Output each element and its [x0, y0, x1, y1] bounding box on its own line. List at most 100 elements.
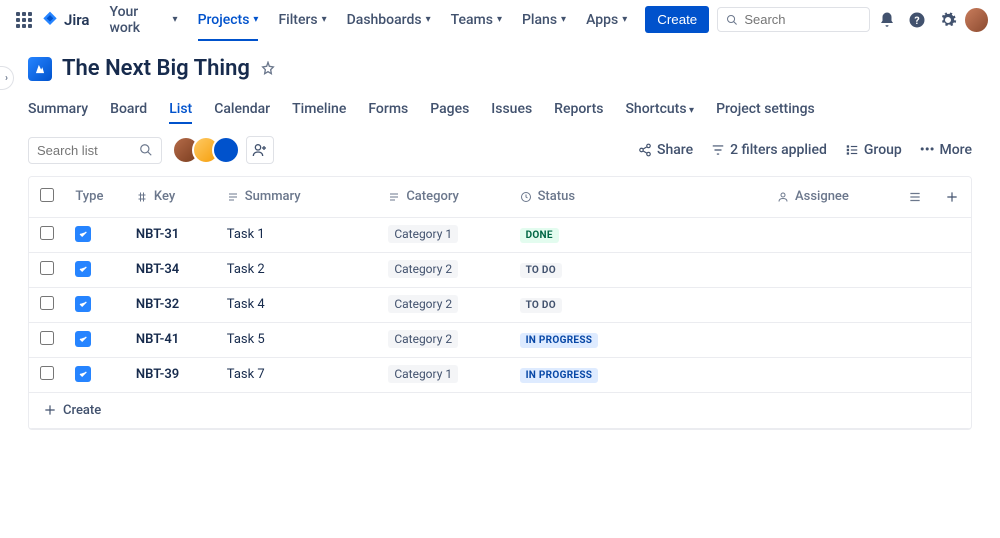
tab-calendar[interactable]: Calendar — [214, 95, 270, 123]
tab-pages[interactable]: Pages — [430, 95, 469, 123]
table-row[interactable]: NBT-31 Task 1 Category 1 DONE — [29, 217, 971, 252]
row-checkbox[interactable] — [40, 296, 54, 310]
row-checkbox[interactable] — [40, 331, 54, 345]
share-icon — [638, 143, 652, 157]
list-toolbar: Share 2 filters applied Group ••• More — [0, 124, 1000, 176]
global-search-input[interactable] — [744, 12, 860, 27]
issue-key[interactable]: NBT-31 — [136, 227, 179, 242]
create-button[interactable]: Create — [645, 6, 709, 33]
tab-list[interactable]: List — [169, 95, 192, 123]
menu-icon — [908, 190, 922, 204]
nav-item-apps[interactable]: Apps▾ — [578, 4, 635, 36]
category-lozenge[interactable]: Category 2 — [388, 330, 458, 348]
search-icon — [139, 143, 153, 157]
more-button[interactable]: ••• More — [920, 142, 972, 158]
status-lozenge[interactable]: TO DO — [520, 298, 562, 313]
column-type[interactable]: Type — [65, 177, 126, 217]
filters-button[interactable]: 2 filters applied — [711, 142, 827, 158]
top-navigation: Jira Your work▾Projects▾Filters▾Dashboar… — [0, 0, 1000, 40]
list-icon — [388, 191, 400, 203]
jira-logo[interactable]: Jira — [40, 10, 89, 30]
table-row[interactable]: NBT-32 Task 4 Category 2 TO DO — [29, 287, 971, 322]
table-row[interactable]: NBT-41 Task 5 Category 2 IN PROGRESS — [29, 322, 971, 357]
column-category[interactable]: Category — [378, 177, 509, 217]
issue-key[interactable]: NBT-32 — [136, 297, 179, 312]
nav-item-teams[interactable]: Teams▾ — [443, 4, 510, 36]
tab-forms[interactable]: Forms — [368, 95, 408, 123]
list-icon — [227, 191, 239, 203]
more-icon: ••• — [920, 142, 935, 158]
issue-summary[interactable]: Task 1 — [227, 227, 265, 242]
group-label: Group — [864, 142, 902, 158]
status-lozenge[interactable]: DONE — [520, 228, 559, 243]
row-checkbox[interactable] — [40, 261, 54, 275]
issue-type-icon — [75, 366, 91, 382]
row-checkbox[interactable] — [40, 366, 54, 380]
nav-item-plans[interactable]: Plans▾ — [514, 4, 574, 36]
jira-logo-text: Jira — [64, 11, 89, 29]
select-all-checkbox[interactable] — [40, 188, 54, 202]
add-people-button[interactable] — [246, 136, 274, 164]
assignee-filter — [172, 136, 274, 164]
column-actions[interactable] — [898, 177, 934, 217]
create-issue-inline[interactable]: Create — [43, 403, 957, 418]
user-avatar[interactable] — [965, 8, 988, 32]
issue-summary[interactable]: Task 2 — [227, 262, 265, 277]
global-search[interactable] — [717, 7, 869, 32]
plus-icon — [945, 190, 959, 204]
issue-summary[interactable]: Task 7 — [227, 367, 265, 382]
assignee-icon — [777, 191, 789, 203]
table-row[interactable]: NBT-39 Task 7 Category 1 IN PROGRESS — [29, 357, 971, 392]
tab-reports[interactable]: Reports — [554, 95, 603, 123]
category-lozenge[interactable]: Category 1 — [388, 225, 458, 243]
tab-issues[interactable]: Issues — [491, 95, 532, 123]
search-icon — [726, 13, 738, 27]
tab-board[interactable]: Board — [110, 95, 147, 123]
help-icon[interactable]: ? — [904, 6, 931, 34]
create-row: Create — [29, 392, 971, 428]
list-search[interactable] — [28, 137, 162, 164]
issue-summary[interactable]: Task 5 — [227, 332, 265, 347]
status-lozenge[interactable]: IN PROGRESS — [520, 368, 599, 383]
category-lozenge[interactable]: Category 1 — [388, 365, 458, 383]
share-label: Share — [657, 142, 693, 158]
list-search-input[interactable] — [37, 143, 127, 158]
project-star-icon[interactable] — [260, 61, 276, 77]
tab-summary[interactable]: Summary — [28, 95, 88, 123]
column-summary[interactable]: Summary — [217, 177, 379, 217]
issue-type-icon — [75, 331, 91, 347]
notifications-icon[interactable] — [874, 6, 901, 34]
issue-key[interactable]: NBT-34 — [136, 262, 179, 277]
add-column-button[interactable] — [935, 177, 971, 217]
jira-logo-icon — [40, 10, 60, 30]
issue-key[interactable]: NBT-39 — [136, 367, 179, 382]
group-button[interactable]: Group — [845, 142, 902, 158]
share-button[interactable]: Share — [638, 142, 693, 158]
column-status[interactable]: Status — [510, 177, 767, 217]
create-label: Create — [63, 403, 101, 418]
category-lozenge[interactable]: Category 2 — [388, 260, 458, 278]
column-assignee[interactable]: Assignee — [767, 177, 898, 217]
table-row[interactable]: NBT-34 Task 2 Category 2 TO DO — [29, 252, 971, 287]
category-lozenge[interactable]: Category 2 — [388, 295, 458, 313]
issue-summary[interactable]: Task 4 — [227, 297, 265, 312]
avatar[interactable] — [212, 136, 240, 164]
status-lozenge[interactable]: TO DO — [520, 263, 562, 278]
tab-shortcuts[interactable]: Shortcuts ▾ — [625, 95, 694, 123]
tab-project-settings[interactable]: Project settings — [716, 95, 815, 123]
status-lozenge[interactable]: IN PROGRESS — [520, 333, 599, 348]
nav-item-projects[interactable]: Projects▾ — [190, 4, 267, 36]
app-switcher-icon[interactable] — [12, 8, 36, 32]
nav-item-filters[interactable]: Filters▾ — [270, 4, 334, 36]
column-key[interactable]: Key — [126, 177, 217, 217]
tab-timeline[interactable]: Timeline — [292, 95, 346, 123]
nav-item-your-work[interactable]: Your work▾ — [101, 4, 185, 36]
settings-icon[interactable] — [935, 6, 962, 34]
svg-text:?: ? — [915, 13, 920, 26]
row-checkbox[interactable] — [40, 226, 54, 240]
project-icon — [28, 57, 52, 81]
more-label: More — [939, 142, 972, 158]
nav-item-dashboards[interactable]: Dashboards▾ — [339, 4, 439, 36]
issue-key[interactable]: NBT-41 — [136, 332, 179, 347]
issue-type-icon — [75, 261, 91, 277]
